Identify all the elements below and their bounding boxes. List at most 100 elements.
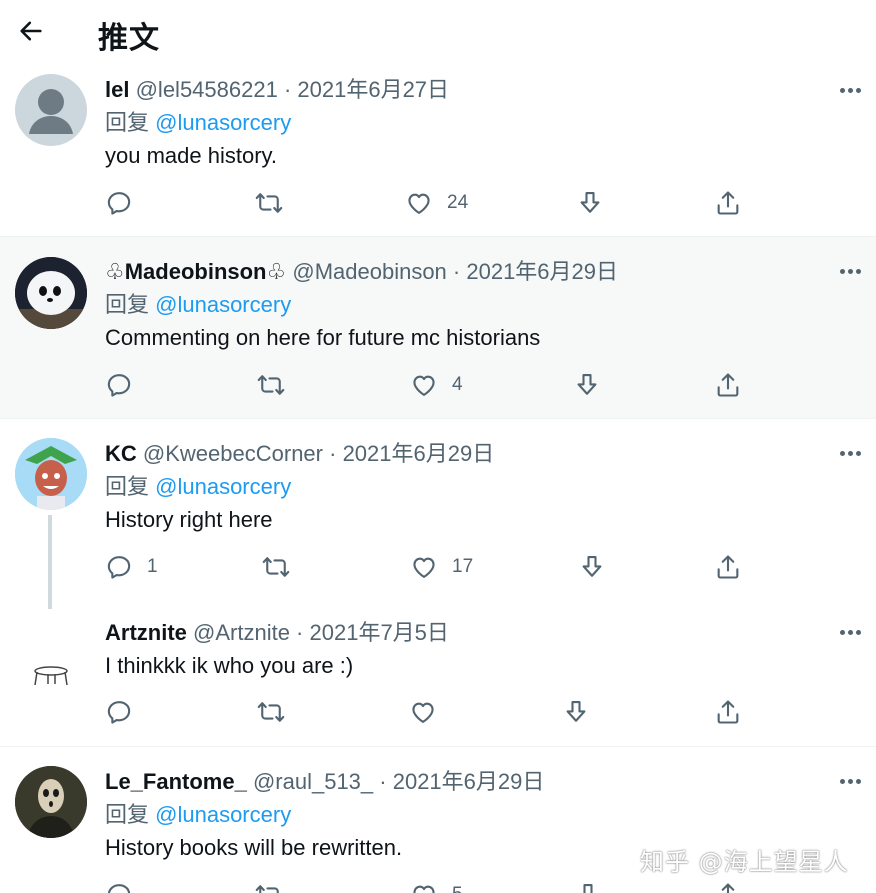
avatar[interactable] (15, 641, 87, 713)
download-icon (573, 371, 601, 399)
share-icon (714, 371, 742, 399)
reply-tweet[interactable]: Artznite @Artznite · 2021年7月5日 I thinkkk… (0, 611, 876, 746)
share-icon (714, 189, 742, 217)
tweet-header: Artznite @Artznite · 2021年7月5日 (105, 619, 449, 647)
reply-prefix: 回复 (105, 474, 150, 499)
reply-count: 1 (147, 556, 158, 577)
retweet-icon (255, 189, 283, 217)
retweet-button[interactable] (262, 553, 304, 581)
tweet-text: I thinkkk ik who you are :) (105, 653, 354, 678)
display-name[interactable]: Le_Fantome_ (105, 769, 247, 794)
like-button[interactable] (409, 698, 451, 726)
mention-link[interactable]: @lunasorcery (155, 110, 291, 135)
reply-button[interactable] (105, 189, 147, 217)
download-button[interactable] (576, 189, 604, 217)
reply-button[interactable] (105, 371, 147, 399)
reply-prefix: 回复 (105, 802, 150, 827)
reply-button[interactable] (105, 881, 147, 893)
tweet-date[interactable]: 2021年6月29日 (393, 769, 545, 794)
tweet-date[interactable]: 2021年6月29日 (466, 259, 618, 284)
mention-link[interactable]: @lunasorcery (155, 292, 291, 317)
dot-separator: · (373, 769, 393, 794)
heart-icon (410, 371, 438, 399)
retweet-icon (257, 698, 285, 726)
dot-separator: · (289, 620, 310, 645)
like-button[interactable]: 5 (410, 881, 463, 893)
reply-button[interactable]: 1 (105, 553, 158, 581)
share-button[interactable] (714, 189, 742, 217)
display-name[interactable]: Artznite (105, 620, 187, 645)
tweet-text: History right here (105, 507, 273, 532)
display-name[interactable]: KC (105, 441, 137, 466)
retweet-icon (255, 881, 283, 893)
retweet-button[interactable] (255, 189, 297, 217)
download-button[interactable] (578, 553, 606, 581)
like-button[interactable]: 4 (410, 371, 463, 399)
download-icon (576, 189, 604, 217)
display-name[interactable]: lel (105, 77, 129, 102)
reply-icon (105, 881, 133, 893)
share-button[interactable] (714, 881, 742, 893)
user-handle[interactable]: @KweebecCorner (143, 441, 323, 466)
tweet-date[interactable]: 2021年6月29日 (343, 441, 495, 466)
user-handle[interactable]: @Madeobinson (292, 259, 446, 284)
like-button[interactable]: 24 (405, 189, 468, 217)
heart-icon (410, 553, 438, 581)
download-icon (574, 881, 602, 893)
watermark: 知乎 @海上望星人 (640, 848, 849, 876)
download-button[interactable] (574, 881, 602, 893)
mention-link[interactable]: @lunasorcery (155, 474, 291, 499)
user-handle[interactable]: @Artznite (193, 620, 290, 645)
share-button[interactable] (714, 371, 742, 399)
retweet-button[interactable] (255, 881, 297, 893)
user-handle[interactable]: @raul_513_ (253, 769, 373, 794)
mention-link[interactable]: @lunasorcery (155, 802, 291, 827)
default-avatar-icon (29, 89, 73, 134)
avatar[interactable] (15, 74, 87, 146)
tweet-date[interactable]: 2021年7月5日 (310, 620, 449, 645)
retweet-icon (257, 371, 285, 399)
tweet-header: KC @KweebecCorner · 2021年6月29日 (105, 440, 494, 468)
back-button[interactable] (14, 14, 48, 48)
display-name[interactable]: ♧Madeobinson♧ (105, 259, 286, 284)
arrow-left-icon (20, 21, 42, 41)
download-button[interactable] (562, 698, 590, 726)
heart-icon (410, 881, 438, 893)
more-options-button[interactable] (834, 620, 866, 644)
reply-button[interactable] (105, 698, 147, 726)
tweet-text: History books will be rewritten. (105, 835, 403, 860)
download-icon (578, 553, 606, 581)
more-options-button[interactable] (834, 441, 866, 465)
tweet-header: Le_Fantome_ @raul_513_ · 2021年6月29日 (105, 768, 544, 796)
more-options-button[interactable] (834, 78, 866, 102)
tweet-text: Commenting on here for future mc histori… (105, 325, 541, 350)
like-count: 17 (452, 556, 474, 577)
user-handle[interactable]: @lel54586221 (136, 77, 278, 102)
avatar[interactable] (15, 438, 87, 510)
retweet-icon (262, 553, 290, 581)
retweet-button[interactable] (257, 698, 299, 726)
avatar[interactable] (15, 257, 87, 329)
dot-separator: · (277, 77, 298, 102)
ghost-avatar-image (15, 257, 87, 329)
like-button[interactable]: 17 (410, 553, 473, 581)
reply-prefix: 回复 (105, 110, 150, 135)
download-button[interactable] (573, 371, 601, 399)
reply-tweet[interactable]: ♧Madeobinson♧ @Madeobinson · 2021年6月29日 … (0, 237, 876, 418)
reply-icon (105, 698, 133, 726)
top-bar: 推文 (0, 0, 876, 64)
reply-tweet[interactable]: KC @KweebecCorner · 2021年6月29日 回复 @lunas… (0, 419, 876, 611)
phantom-avatar-image (15, 766, 87, 838)
reply-prefix: 回复 (105, 292, 150, 317)
share-button[interactable] (714, 553, 742, 581)
share-icon (714, 553, 742, 581)
tweet-date[interactable]: 2021年6月27日 (297, 77, 449, 102)
share-button[interactable] (714, 698, 742, 726)
retweet-button[interactable] (257, 371, 299, 399)
avatar[interactable] (15, 766, 87, 838)
reply-icon (105, 553, 133, 581)
like-count: 24 (447, 192, 469, 213)
more-options-button[interactable] (834, 769, 866, 793)
reply-tweet[interactable]: lel @lel54586221 · 2021年6月27日 回复 @lunaso… (0, 64, 876, 236)
more-options-button[interactable] (834, 259, 866, 283)
